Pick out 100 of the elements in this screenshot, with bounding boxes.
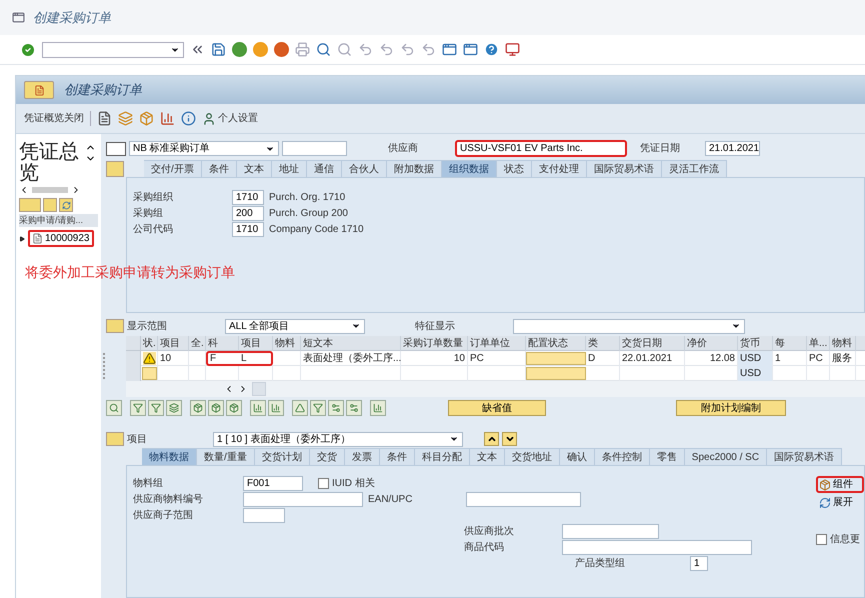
enter-icon[interactable] [20,42,36,58]
tab[interactable]: 组织数据 [442,160,497,177]
config-status-field[interactable] [526,352,586,365]
toolbar-button[interactable] [346,400,362,416]
table-cell-text: 12.08 [710,352,735,366]
vendor-field[interactable]: USSU-VSF01 EV Parts Inc. [455,140,627,157]
components-icon [819,478,831,490]
toolbar-icon [229,403,239,413]
explode-button[interactable]: 展开 [816,495,864,510]
previous-item-button[interactable] [484,432,499,446]
input-field[interactable]: 1710 [232,222,264,237]
toolbar-button[interactable] [166,400,182,416]
close-overview-button[interactable]: 凭证概览关闭 [24,111,91,126]
tab[interactable]: 附加数据 [386,160,442,177]
tab[interactable]: 通信 [306,160,342,177]
components-button[interactable]: 组件 [816,476,864,493]
toolbar-button[interactable] [226,400,242,416]
expand-icon[interactable] [19,236,25,242]
toolbar-icon [169,403,179,413]
toolbar-button[interactable] [292,400,308,416]
input-field[interactable]: 21.01.2021 [705,141,760,156]
toolbar-button[interactable] [250,400,266,416]
tab[interactable]: 发票 [344,448,380,465]
command-field[interactable] [42,42,184,58]
tab[interactable]: 物料数据 [142,448,197,465]
help-icon[interactable] [484,42,499,57]
tab[interactable]: 交付/开票 [144,160,202,177]
field-label: 供应商 [388,142,419,156]
tab[interactable]: 状态 [496,160,532,177]
tab[interactable]: 条件控制 [594,448,650,465]
document-type-dropdown[interactable]: NB 标准采购订单 [129,141,279,156]
find-next-icon[interactable] [337,42,352,57]
chart-icon[interactable] [160,111,175,126]
personal-settings-button[interactable]: 个人设置 [202,111,258,126]
tab[interactable]: 条件 [202,160,237,177]
input-field[interactable] [243,492,363,507]
save-icon[interactable] [211,42,226,57]
field-label: 产品类型组 [575,556,626,571]
tree-item[interactable]: 10000923 [28,230,94,247]
toolbar-button[interactable] [148,400,164,416]
new-window-icon[interactable] [442,42,457,57]
tab[interactable]: 支付处理 [532,160,587,177]
toolbar-button[interactable] [208,400,224,416]
tab[interactable]: Spec2000 / SC [684,448,768,465]
input-field[interactable] [562,524,659,539]
toolbar-button[interactable] [190,400,206,416]
tab[interactable]: 条件 [380,448,415,465]
next-item-button[interactable] [502,432,517,446]
toolbar-button[interactable] [130,400,146,416]
planning-button[interactable]: 附加计划编制 [676,400,786,416]
tab[interactable]: 数量/重量 [197,448,255,465]
scroll-bar[interactable] [252,382,266,396]
field-label: 信息更 [830,532,860,547]
toolbar-button[interactable] [310,400,326,416]
tab[interactable]: 零售 [650,448,685,465]
config-status-field[interactable] [526,367,586,380]
menu-button[interactable] [24,81,54,99]
window-icon [12,11,25,24]
tab[interactable]: 文本 [470,448,505,465]
tab[interactable]: 文本 [236,160,272,177]
toolbar-button[interactable] [328,400,344,416]
scroll-thumb[interactable] [32,187,68,193]
toolbar-button[interactable] [106,400,122,416]
tab[interactable]: 科目分配 [414,448,470,465]
tab[interactable]: 国际贸易术语 [586,160,662,177]
toolbar-button[interactable] [370,400,386,416]
input-field[interactable] [243,508,285,523]
default-values-button[interactable]: 缺省值 [448,400,546,416]
document-icon[interactable] [97,111,112,126]
tab[interactable]: 交货计划 [254,448,310,465]
tab[interactable]: 地址 [272,160,307,177]
input-field[interactable]: 1 [690,556,708,571]
find-icon[interactable] [316,42,331,57]
shortcut-icon[interactable] [463,42,478,57]
column-header: 科 [206,336,239,351]
column-header: 采购申请/请购... [19,214,98,227]
print-icon[interactable] [295,42,310,57]
tab[interactable]: 交货地址 [504,448,560,465]
table-cell-text: PC [470,352,484,366]
display-range-dropdown[interactable]: ALL 全部项目 [225,318,365,334]
monitor-icon[interactable] [505,42,520,57]
checkbox[interactable] [816,534,827,545]
item-dropdown[interactable]: 1 [ 10 ] 表面处理（委外工序） [213,432,463,446]
input-field[interactable] [282,141,347,156]
input-field[interactable] [562,540,752,555]
tab[interactable]: 确认 [560,448,595,465]
info-icon[interactable] [181,111,196,126]
input-field[interactable]: F001 [243,476,303,491]
splitter-handle[interactable] [102,353,104,379]
input-field[interactable]: 1710 [232,190,264,205]
checkbox[interactable] [318,478,329,489]
toolbar-button[interactable] [268,400,284,416]
tab[interactable]: 交货 [310,448,345,465]
tab[interactable]: 合伙人 [342,160,387,177]
tab[interactable]: 国际贸易术语 [767,448,842,465]
refresh-button[interactable] [59,198,73,212]
input-field[interactable] [466,492,581,507]
tab[interactable]: 灵活工作流 [662,160,727,177]
overview-title: 凭证总览 [19,142,80,184]
input-field[interactable]: 200 [232,206,264,221]
